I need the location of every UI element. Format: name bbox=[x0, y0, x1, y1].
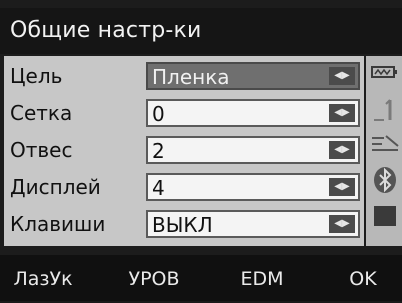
setting-value: 4 bbox=[152, 176, 165, 200]
softkey-bar: ЛазУк УРОВ EDM OK bbox=[0, 255, 402, 301]
setting-label: Сетка bbox=[10, 101, 73, 125]
setting-value: 2 bbox=[152, 139, 165, 163]
bluetooth-icon bbox=[370, 166, 400, 193]
display-select[interactable]: 4 ◀▶ bbox=[146, 173, 360, 201]
settings-panel: Цель Пленка ◀▶ Сетка 0 ◀▶ Отвес 2 ◀▶ Дис… bbox=[4, 56, 364, 246]
left-right-arrows-icon[interactable]: ◀▶ bbox=[329, 215, 355, 233]
laser-pointer-softkey[interactable]: ЛазУк bbox=[0, 255, 86, 301]
battery-icon bbox=[370, 62, 400, 88]
setting-label: Отвес bbox=[10, 138, 73, 162]
left-right-arrows-icon[interactable]: ◀▶ bbox=[329, 67, 355, 85]
left-right-arrows-icon[interactable]: ◀▶ bbox=[329, 178, 355, 196]
grid-select[interactable]: 0 ◀▶ bbox=[146, 99, 360, 127]
setting-value: 0 bbox=[152, 102, 165, 126]
ok-softkey[interactable]: OK bbox=[324, 255, 402, 301]
page-title: Общие настр-ки bbox=[0, 8, 402, 54]
measure-mode-icon bbox=[370, 132, 400, 158]
setting-value: ВЫКЛ bbox=[152, 213, 213, 237]
settings-row-keys: Клавиши ВЫКЛ ◀▶ bbox=[4, 206, 364, 242]
level-softkey[interactable]: УРОВ bbox=[112, 255, 196, 301]
plumb-select[interactable]: 2 ◀▶ bbox=[146, 136, 360, 164]
target-select[interactable]: Пленка ◀▶ bbox=[146, 62, 360, 90]
settings-row-target: Цель Пленка ◀▶ bbox=[4, 58, 364, 94]
instrument-screen: Общие настр-ки Цель Пленка ◀▶ Сетка 0 ◀▶… bbox=[0, 0, 402, 301]
left-right-arrows-icon[interactable]: ◀▶ bbox=[329, 104, 355, 122]
edm-softkey[interactable]: EDM bbox=[220, 255, 304, 301]
settings-row-plumb: Отвес 2 ◀▶ bbox=[4, 132, 364, 168]
settings-row-display: Дисплей 4 ◀▶ bbox=[4, 169, 364, 205]
setting-value: Пленка bbox=[152, 65, 230, 89]
setting-label: Клавиши bbox=[10, 212, 106, 236]
status-sidebar bbox=[366, 56, 402, 246]
target-constant-icon bbox=[370, 96, 400, 122]
setting-label: Цель bbox=[10, 64, 63, 88]
keys-select[interactable]: ВЫКЛ ◀▶ bbox=[146, 210, 360, 238]
setting-label: Дисплей bbox=[10, 175, 101, 199]
left-right-arrows-icon[interactable]: ◀▶ bbox=[329, 141, 355, 159]
memory-icon bbox=[370, 202, 400, 228]
settings-row-grid: Сетка 0 ◀▶ bbox=[4, 95, 364, 131]
